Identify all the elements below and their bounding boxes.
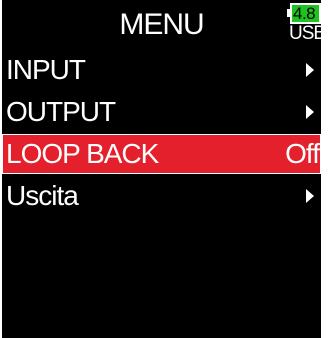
menu-item-input[interactable]: INPUT [2,50,321,90]
chevron-right-icon [306,189,314,203]
menu-item-label: LOOP BACK [6,138,159,169]
device-screen: MENU 4.8 USB INPUT OUTPUT LOOP BACK Off … [2,0,321,338]
menu-item-label: OUTPUT [6,96,116,127]
loop-back-value: Off [285,138,320,169]
page-title: MENU [119,8,204,41]
menu-list: INPUT OUTPUT LOOP BACK Off Uscita [2,50,321,218]
battery-icon: 4.8 [290,3,321,24]
battery-indicator: 4.8 USB [287,3,321,47]
power-source-label: USB [289,23,321,44]
chevron-right-icon [306,63,314,77]
menu-item-output[interactable]: OUTPUT [2,92,321,132]
menu-item-uscita[interactable]: Uscita [2,176,321,216]
menu-item-label: INPUT [6,54,86,85]
menu-item-loop-back[interactable]: LOOP BACK Off [2,134,321,174]
chevron-right-icon [306,105,314,119]
menu-item-label: Uscita [6,180,79,211]
battery-voltage: 4.8 [292,5,319,22]
